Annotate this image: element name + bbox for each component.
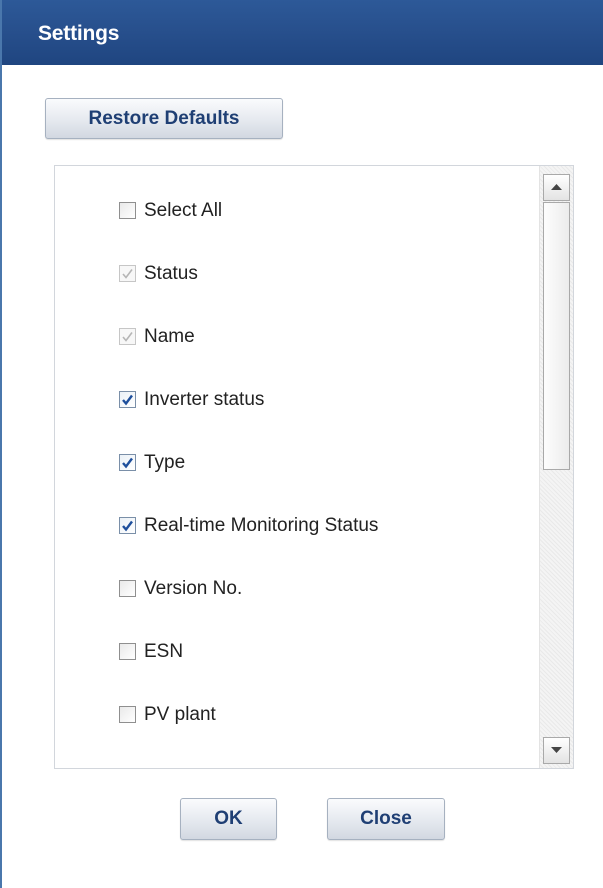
scroll-thumb[interactable]: [543, 202, 570, 470]
list-item-label: Status: [144, 263, 198, 284]
checkbox[interactable]: [119, 706, 136, 723]
checkbox: [119, 328, 136, 345]
checkmark-icon: [122, 269, 133, 279]
arrow-down-icon: [551, 747, 562, 753]
list-item-label: Name: [144, 326, 195, 347]
dialog-titlebar: Settings: [2, 0, 603, 65]
list-item-label: Type: [144, 452, 186, 473]
ok-button[interactable]: OK: [180, 798, 277, 840]
checkbox[interactable]: [119, 517, 136, 534]
checkbox[interactable]: [119, 643, 136, 660]
list-item-label: PV plant: [144, 704, 216, 725]
checkmark-icon: [122, 457, 133, 469]
checkbox[interactable]: [119, 580, 136, 597]
checkbox[interactable]: [119, 454, 136, 471]
scroll-down-button[interactable]: [543, 737, 570, 764]
scroll-up-button[interactable]: [543, 174, 570, 201]
list-item-label: ESN: [144, 641, 184, 662]
list-item-label: Inverter status: [144, 389, 265, 410]
list-scrollbar[interactable]: [539, 166, 573, 768]
checkbox[interactable]: [119, 391, 136, 408]
list-item-label: Address: [144, 765, 214, 768]
checkmark-icon: [122, 394, 133, 406]
column-settings-list: Select All Status Name Inverter status Type R…: [54, 165, 574, 769]
close-button[interactable]: Close: [327, 798, 445, 840]
dialog-title: Settings: [38, 22, 120, 45]
restore-defaults-button[interactable]: Restore Defaults: [45, 98, 283, 139]
checkbox: [119, 265, 136, 282]
list-item-label: Real-time Monitoring Status: [144, 515, 379, 536]
settings-dialog: Settings Restore Defaults Select All Stat…: [0, 0, 603, 888]
list-item-label: Select All: [144, 200, 223, 221]
list-item-label: Version No.: [144, 578, 243, 599]
checkmark-icon: [122, 520, 133, 532]
arrow-up-icon: [551, 184, 562, 190]
checkbox[interactable]: [119, 202, 136, 219]
checkmark-icon: [122, 332, 133, 342]
